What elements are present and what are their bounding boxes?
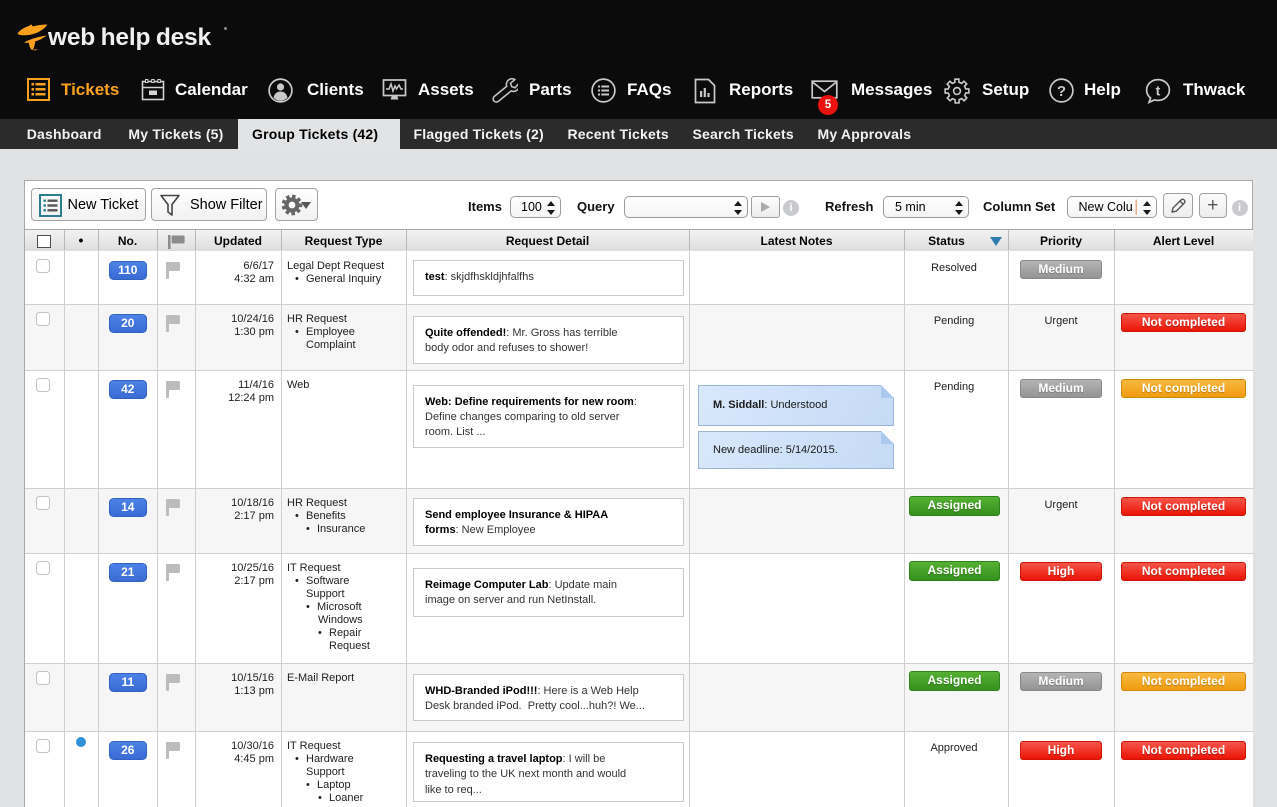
svg-text:t: t [1156, 83, 1161, 99]
svg-text:?: ? [1057, 83, 1066, 100]
